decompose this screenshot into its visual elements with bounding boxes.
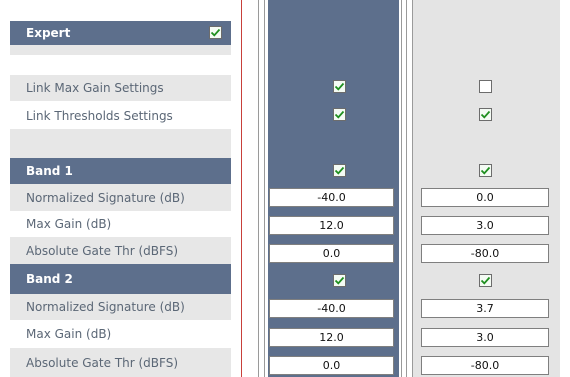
band2-normalized-signature-row: Normalized Signature (dB) [10,294,231,320]
band1-normalized-signature-label: Normalized Signature (dB) [26,190,185,205]
band2-abs-gate-thr-input-col2[interactable]: -80.0 [421,356,549,375]
band2-checkbox-col1[interactable] [333,274,346,287]
checkmark-icon [480,276,491,285]
band2-normalized-signature-label: Normalized Signature (dB) [26,300,185,314]
checkmark-icon [480,166,491,175]
checkmark-icon [334,110,345,119]
band1-checkbox-col2[interactable] [479,164,492,177]
band1-checkbox-col1[interactable] [333,164,346,177]
band1-normalized-signature-input-col2[interactable]: 0.0 [421,188,549,207]
band1-max-gain-input-col2[interactable]: 3.0 [421,216,549,235]
band1-normalized-signature-row: Normalized Signature (dB) [10,184,231,211]
expert-checkbox[interactable] [209,26,222,39]
band2-abs-gate-thr-label: Absolute Gate Thr (dBFS) [26,355,179,370]
column-divider [264,0,265,377]
spacer-row [10,129,231,158]
band2-abs-gate-thr-row: Absolute Gate Thr (dBFS) [10,348,231,377]
column-divider [406,0,407,377]
band1-abs-gate-thr-row: Absolute Gate Thr (dBFS) [10,237,231,264]
band2-max-gain-input-col1[interactable]: 12.0 [269,328,394,347]
band2-header: Band 2 [10,264,231,294]
checkmark-icon [480,110,491,119]
link-max-gain-checkbox-col1[interactable] [333,80,346,93]
band2-normalized-signature-input-col1[interactable]: -40.0 [269,299,394,318]
band1-normalized-signature-input-col1[interactable]: -40.0 [269,188,394,207]
checkmark-icon [334,166,345,175]
red-separator [241,0,242,377]
column-divider [412,0,413,377]
checkmark-icon [210,28,221,37]
band2-normalized-signature-input-col2[interactable]: 3.7 [421,299,549,318]
spacer-row [10,45,231,55]
checkmark-icon [334,276,345,285]
checkmark-icon [334,82,345,91]
band1-label: Band 1 [26,164,73,178]
link-max-gain-label: Link Max Gain Settings [26,81,164,95]
link-max-gain-checkbox-col2[interactable] [479,80,492,93]
band2-max-gain-input-col2[interactable]: 3.0 [421,328,549,347]
link-max-gain-row: Link Max Gain Settings [10,75,231,101]
band1-abs-gate-thr-label: Absolute Gate Thr (dBFS) [26,243,179,258]
band1-abs-gate-thr-input-col2[interactable]: -80.0 [421,244,549,263]
link-thresholds-label: Link Thresholds Settings [26,109,173,123]
band2-label: Band 2 [26,272,73,286]
band2-checkbox-col2[interactable] [479,274,492,287]
link-thresholds-checkbox-col2[interactable] [479,108,492,121]
band2-max-gain-label: Max Gain (dB) [26,327,112,341]
expert-label: Expert [26,26,71,40]
spacer-row [10,55,231,75]
band1-abs-gate-thr-input-col1[interactable]: 0.0 [269,244,394,263]
band1-max-gain-row: Max Gain (dB) [10,211,231,237]
band1-max-gain-label: Max Gain (dB) [26,217,112,231]
link-thresholds-row: Link Thresholds Settings [10,101,231,129]
band2-abs-gate-thr-input-col1[interactable]: 0.0 [269,356,394,375]
column-divider [258,0,259,377]
band1-max-gain-input-col1[interactable]: 12.0 [269,216,394,235]
band2-max-gain-row: Max Gain (dB) [10,320,231,348]
expert-header: Expert [10,21,231,45]
link-thresholds-checkbox-col1[interactable] [333,108,346,121]
column-divider [401,0,402,377]
band1-header: Band 1 [10,158,231,184]
